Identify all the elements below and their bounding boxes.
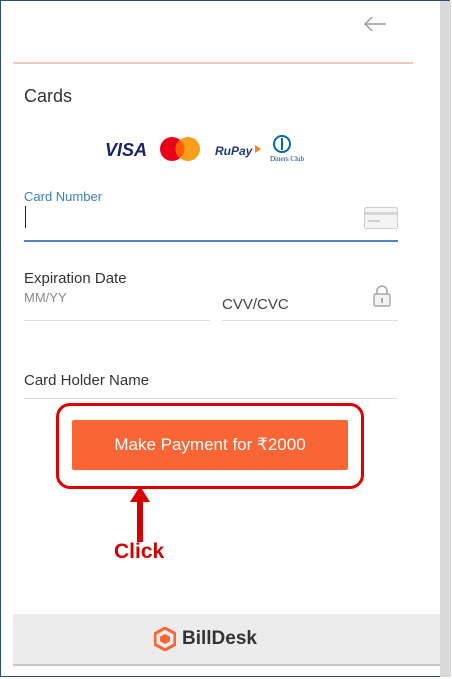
card-holder-underline xyxy=(24,398,398,399)
back-arrow-icon[interactable] xyxy=(362,14,388,34)
header-divider xyxy=(13,62,413,64)
expiration-date-label: Expiration Date xyxy=(24,270,127,287)
expiration-date-input[interactable]: MM/YY xyxy=(24,288,210,320)
billdesk-brand-text: BillDesk xyxy=(182,628,257,649)
svg-text:RuPay: RuPay xyxy=(215,144,254,158)
section-title: Cards xyxy=(24,86,73,106)
payment-panel xyxy=(13,1,413,665)
billdesk-hexagon-icon xyxy=(154,627,176,651)
card-network-logos: VISA RuPay Diners Club xyxy=(105,134,325,164)
expiration-placeholder: MM/YY xyxy=(24,290,67,305)
cvv-underline xyxy=(222,320,398,321)
card-number-underline xyxy=(24,240,398,242)
svg-text:VISA: VISA xyxy=(105,140,147,160)
click-annotation: Click xyxy=(114,540,165,563)
arrow-up-icon xyxy=(128,486,152,542)
svg-text:Diners Club: Diners Club xyxy=(270,155,305,163)
lock-icon xyxy=(372,284,392,308)
diners-club-logo: Diners Club xyxy=(270,135,305,163)
mastercard-logo xyxy=(160,137,200,161)
billdesk-logo: BillDesk xyxy=(154,624,257,654)
card-holder-placeholder: Card Holder Name xyxy=(24,372,150,389)
credit-card-icon xyxy=(364,207,398,229)
scrollbar-strip xyxy=(440,1,451,677)
cvv-placeholder: CVV/CVC xyxy=(222,296,289,313)
make-payment-button[interactable]: Make Payment for ₹2000 xyxy=(72,420,348,470)
rupay-logo: RuPay xyxy=(215,144,261,158)
footer-bottom-line xyxy=(13,664,440,666)
arrow-left-icon xyxy=(364,16,386,32)
visa-logo: VISA xyxy=(105,140,147,160)
card-holder-input[interactable]: Card Holder Name xyxy=(24,366,398,398)
card-number-input[interactable] xyxy=(24,200,398,240)
expiration-underline xyxy=(24,320,210,321)
